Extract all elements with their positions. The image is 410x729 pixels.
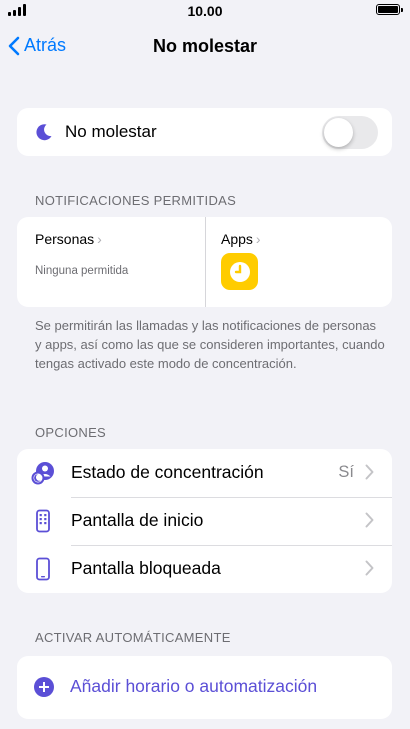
options-card: Estado de concentración Sí Pantalla de i… — [17, 449, 392, 593]
column-divider — [205, 217, 206, 307]
auto-activate-card: Añadir horario o automatización — [17, 656, 392, 719]
navigation-bar: Atrás No molestar — [0, 28, 410, 64]
add-schedule-button[interactable]: Añadir horario o automatización — [17, 656, 392, 719]
plus-circle-icon — [34, 677, 54, 697]
focus-toggle-card: No molestar — [17, 108, 392, 156]
clock-face-icon — [229, 261, 250, 282]
switch-knob — [324, 118, 353, 147]
clock-icon[interactable] — [221, 253, 258, 290]
allowed-notifications-card: Personas › Ninguna permitida Apps › — [17, 217, 392, 307]
allowed-notifications-footnote: Se permitirán las llamadas y las notific… — [35, 318, 385, 371]
focus-status-row[interactable]: Estado de concentración Sí — [17, 449, 392, 497]
people-subtitle: Ninguna permitida — [35, 265, 129, 277]
focus-status-icon — [31, 462, 54, 485]
auto-activate-header: ACTIVAR AUTOMÁTICAMENTE — [35, 630, 231, 645]
home-screen-row[interactable]: Pantalla de inicio — [17, 497, 392, 545]
lock-screen-label: Pantalla bloqueada — [71, 558, 221, 578]
home-screen-label: Pantalla de inicio — [71, 510, 204, 530]
options-header: OPCIONES — [35, 425, 107, 440]
focus-status-value: Sí — [338, 463, 354, 481]
lock-screen-icon — [36, 557, 50, 581]
add-schedule-label: Añadir horario o automatización — [70, 676, 318, 696]
focus-toggle-label: No molestar — [65, 122, 157, 141]
status-time: 10.00 — [187, 3, 223, 19]
chevron-right-icon — [365, 512, 374, 528]
battery-icon — [376, 4, 403, 15]
focus-status-label: Estado de concentración — [71, 462, 264, 482]
status-bar: 10.00 — [0, 0, 410, 24]
lock-screen-row[interactable]: Pantalla bloqueada — [17, 545, 392, 593]
moon-icon — [36, 124, 52, 141]
home-screen-icon — [36, 509, 50, 533]
chevron-right-icon — [365, 560, 374, 576]
apps-link[interactable]: Apps › — [221, 231, 261, 247]
people-title: Personas — [35, 231, 95, 247]
page-title: No molestar — [152, 36, 258, 56]
chevron-right-icon: › — [97, 231, 102, 247]
people-link[interactable]: Personas › — [35, 231, 102, 247]
focus-toggle-switch[interactable] — [322, 116, 378, 149]
chevron-right-icon — [365, 464, 374, 480]
chevron-right-icon: › — [255, 231, 261, 247]
apps-title: Apps — [221, 231, 253, 247]
allowed-notifications-header: NOTIFICACIONES PERMITIDAS — [35, 193, 237, 208]
